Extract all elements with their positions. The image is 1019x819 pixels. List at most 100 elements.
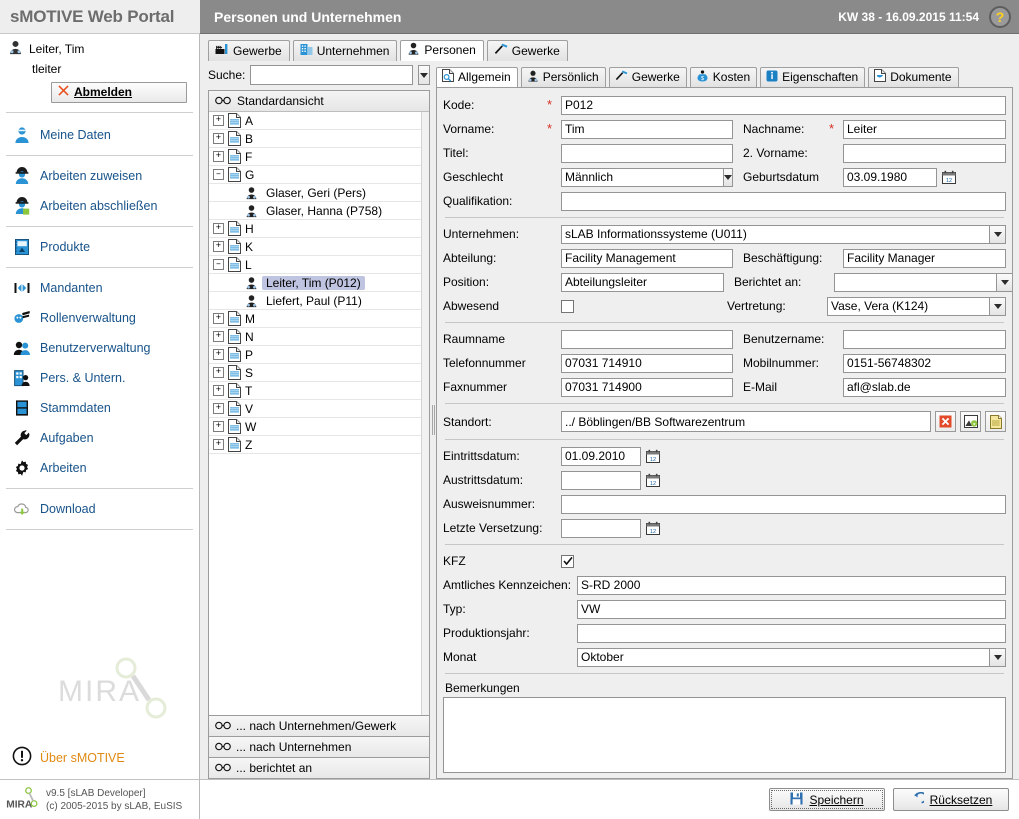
expand-icon[interactable]: + <box>213 313 224 324</box>
expand-icon[interactable]: + <box>213 133 224 144</box>
tree-node-person[interactable]: Glaser, Hanna (P758) <box>209 202 429 220</box>
sidebar-item-stammdaten[interactable]: Stammdaten <box>0 393 199 423</box>
tree-node-b[interactable]: + B <box>209 130 429 148</box>
geschlecht-value[interactable] <box>561 167 723 187</box>
chevron-down-icon[interactable] <box>989 224 1006 244</box>
expand-icon[interactable]: + <box>213 421 224 432</box>
expand-icon[interactable]: + <box>213 223 224 234</box>
sidebar-item-mandanten[interactable]: Mandanten <box>0 273 199 303</box>
tree-scrollbar[interactable] <box>421 112 429 715</box>
tree-node-person[interactable]: Glaser, Geri (Pers) <box>209 184 429 202</box>
chevron-down-icon[interactable] <box>723 167 733 187</box>
tree-node-f[interactable]: + F <box>209 148 429 166</box>
expand-icon[interactable]: + <box>213 367 224 378</box>
form-tab-persoenlich[interactable]: Persönlich <box>520 67 606 87</box>
calendar-icon[interactable]: 12 <box>646 449 660 463</box>
raumname-input[interactable] <box>561 329 733 349</box>
berichtet-an-value[interactable] <box>834 272 996 292</box>
expand-icon[interactable]: + <box>213 349 224 360</box>
standort-input[interactable] <box>561 411 931 432</box>
form-tab-dokumente[interactable]: Dokumente <box>868 67 959 87</box>
tree-node-k[interactable]: + K <box>209 238 429 256</box>
letzte-versetzung-input[interactable] <box>561 518 641 538</box>
expand-icon[interactable]: + <box>213 241 224 252</box>
benutzername-input[interactable] <box>843 329 1006 349</box>
austrittsdatum-input[interactable] <box>561 470 641 490</box>
abwesend-checkbox[interactable] <box>561 299 574 313</box>
pick-location-button[interactable] <box>960 411 981 432</box>
tree-scroll-area[interactable]: + A + B + F – G Glaser, Geri (Pers) Glas… <box>209 112 429 715</box>
abteilung-input[interactable] <box>561 248 733 268</box>
expand-icon[interactable]: + <box>213 115 224 126</box>
tree-node-v[interactable]: + V <box>209 400 429 418</box>
collapse-icon[interactable]: – <box>213 259 224 270</box>
view-berichtet-an[interactable]: ... berichtet an <box>208 758 430 779</box>
tab-personen[interactable]: Personen <box>400 40 484 61</box>
sidebar-item-rollenverwaltung[interactable]: Rollenverwaltung <box>0 303 199 333</box>
telefonnummer-input[interactable] <box>561 353 733 373</box>
form-tab-gewerke[interactable]: Gewerke <box>608 67 687 87</box>
tree-node-s[interactable]: + S <box>209 364 429 382</box>
expand-icon[interactable]: + <box>213 151 224 162</box>
sidebar-item-meine-daten[interactable]: Meine Daten <box>0 120 199 150</box>
tree-node-w[interactable]: + W <box>209 418 429 436</box>
sidebar-item-produkte[interactable]: Produkte <box>0 232 199 262</box>
faxnummer-input[interactable] <box>561 377 733 397</box>
nachname-input[interactable] <box>843 119 1006 139</box>
sidebar-item-arbeiten-zuweisen[interactable]: Arbeiten zuweisen <box>0 161 199 191</box>
chevron-down-icon[interactable] <box>996 272 1012 292</box>
tree-view-header[interactable]: Standardansicht <box>209 91 429 112</box>
sidebar-item-benutzerverwaltung[interactable]: Benutzerverwaltung <box>0 333 199 363</box>
position-input[interactable] <box>561 272 724 292</box>
chevron-down-icon[interactable] <box>989 296 1006 316</box>
calendar-icon[interactable]: 12 <box>646 473 660 487</box>
open-location-button[interactable] <box>985 411 1006 432</box>
tab-unternehmen[interactable]: Unternehmen <box>292 40 398 61</box>
vorname-input[interactable] <box>561 119 733 139</box>
monat-select[interactable] <box>577 647 1006 667</box>
eintrittsdatum-input[interactable] <box>561 446 641 466</box>
tree-node-person-selected[interactable]: Leiter, Tim (P012) <box>209 274 429 292</box>
search-input[interactable] <box>250 65 414 85</box>
collapse-icon[interactable]: – <box>213 169 224 180</box>
tree-node-z[interactable]: + Z <box>209 436 429 454</box>
expand-icon[interactable]: + <box>213 385 224 396</box>
sidebar-item-pers-untern[interactable]: Pers. & Untern. <box>0 363 199 393</box>
search-dropdown-button[interactable] <box>418 65 430 85</box>
expand-icon[interactable]: + <box>213 331 224 342</box>
geburtsdatum-input[interactable] <box>843 167 937 187</box>
form-tab-kosten[interactable]: $ Kosten <box>689 67 758 87</box>
about-row[interactable]: Über sMOTIVE <box>0 742 199 779</box>
tree-node-n[interactable]: + N <box>209 328 429 346</box>
form-tab-allgemein[interactable]: Allgemein <box>436 67 518 87</box>
tree-node-l[interactable]: – L <box>209 256 429 274</box>
sidebar-item-arbeiten[interactable]: Arbeiten <box>0 453 199 483</box>
berichtet-an-select[interactable] <box>834 272 1012 292</box>
sidebar-item-arbeiten-abschliessen[interactable]: Arbeiten abschließen <box>0 191 199 221</box>
tree-node-p[interactable]: + P <box>209 346 429 364</box>
email-input[interactable] <box>843 377 1006 397</box>
produktionsjahr-input[interactable] <box>577 623 1006 643</box>
view-nach-unternehmen-gewerk[interactable]: ... nach Unternehmen/Gewerk <box>208 716 430 737</box>
expand-icon[interactable]: + <box>213 439 224 450</box>
sidebar-item-aufgaben[interactable]: Aufgaben <box>0 423 199 453</box>
kfz-checkbox[interactable] <box>561 554 574 568</box>
unternehmen-value[interactable] <box>561 224 989 244</box>
typ-input[interactable] <box>577 599 1006 619</box>
help-icon[interactable]: ? <box>989 5 1011 28</box>
tree-node-h[interactable]: + H <box>209 220 429 238</box>
chevron-down-icon[interactable] <box>989 647 1006 667</box>
tab-gewerbe[interactable]: Gewerbe <box>208 40 290 61</box>
geschlecht-select[interactable] <box>561 167 733 187</box>
form-tab-eigenschaften[interactable]: Eigenschaften <box>760 67 866 87</box>
tab-gewerke[interactable]: Gewerke <box>486 40 568 61</box>
tree-node-m[interactable]: + M <box>209 310 429 328</box>
beschaeftigung-input[interactable] <box>843 248 1006 268</box>
vertretung-select[interactable] <box>827 296 1006 316</box>
kennzeichen-input[interactable] <box>577 575 1006 595</box>
calendar-icon[interactable]: 12 <box>942 170 956 184</box>
qualifikation-input[interactable] <box>561 191 1006 211</box>
save-button[interactable]: Speichern <box>769 788 885 811</box>
tree-node-a[interactable]: + A <box>209 112 429 130</box>
kode-input[interactable] <box>561 95 1006 115</box>
